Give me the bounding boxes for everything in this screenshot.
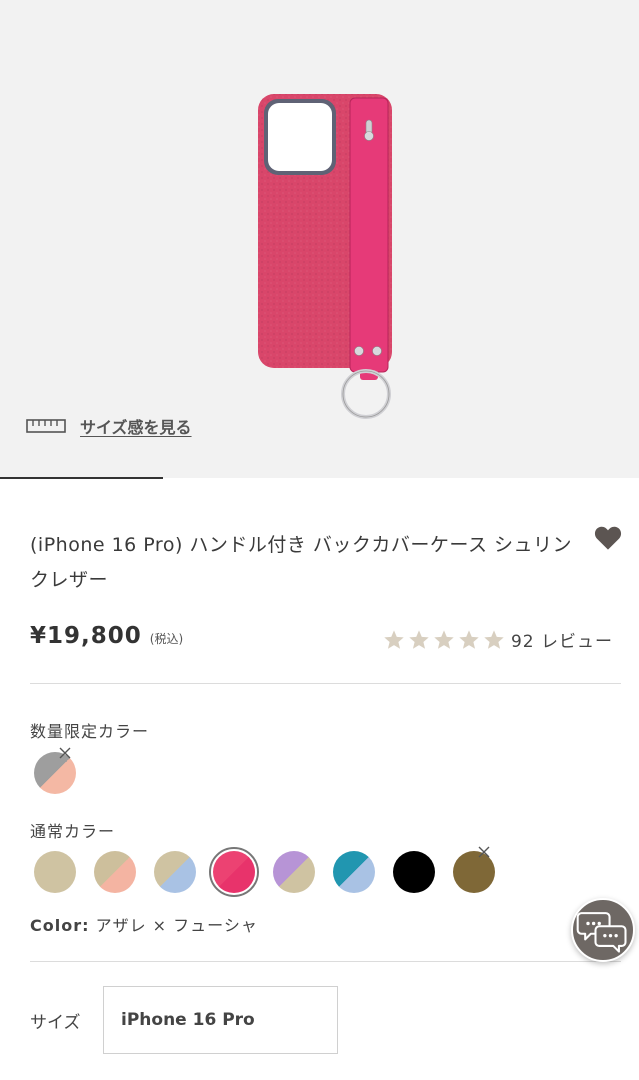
- size-guide-label[interactable]: サイズ感を見る: [80, 414, 192, 438]
- selected-color-name: アザレ × フューシャ: [95, 916, 258, 935]
- size-label: サイズ: [30, 1013, 81, 1033]
- product-image-gallery[interactable]: サイズ感を見る: [0, 0, 639, 478]
- review-count[interactable]: 92 レビュー: [511, 627, 613, 652]
- star-icon: [434, 629, 454, 649]
- divider: [30, 961, 621, 962]
- size-guide-link[interactable]: サイズ感を見る: [26, 414, 192, 438]
- color-swatch-beige[interactable]: [34, 851, 76, 893]
- selected-color-prefix: Color:: [30, 916, 90, 935]
- star-icon: [459, 629, 479, 649]
- gallery-progress-bar: [0, 477, 163, 479]
- color-swatch-azalea-fuchsia[interactable]: [209, 847, 260, 897]
- x-icon: [59, 747, 71, 759]
- product-title: (iPhone 16 Pro) ハンドル付き バックカバーケース シュリンクレザ…: [30, 534, 573, 591]
- size-option-selected[interactable]: iPhone 16 Pro: [103, 986, 338, 1054]
- star-icon: [384, 629, 404, 649]
- color-swatch-beige-pink[interactable]: [93, 851, 136, 893]
- color-swatch-beige-blue[interactable]: [153, 851, 196, 893]
- ruler-icon: [26, 419, 66, 433]
- product-image: [258, 94, 392, 419]
- regular-color-label: 通常カラー: [30, 822, 116, 841]
- star-icon: [484, 629, 504, 649]
- price: ¥19,800: [30, 623, 142, 649]
- star-icon: [409, 629, 429, 649]
- chat-button[interactable]: [571, 898, 635, 962]
- swatch-fill: [213, 851, 256, 893]
- tax-note: (税込): [149, 632, 184, 646]
- color-swatch-teal-blue[interactable]: [333, 851, 375, 893]
- chat-bubbles-icon: [576, 912, 627, 953]
- color-swatch-black[interactable]: [392, 851, 435, 893]
- heart-icon[interactable]: [594, 525, 622, 551]
- color-swatch-lavender-beige[interactable]: [273, 851, 316, 893]
- x-icon: [478, 846, 490, 858]
- star-rating: [383, 629, 505, 651]
- rating-summary[interactable]: 92 レビュー: [383, 627, 613, 652]
- limited-color-label: 数量限定カラー: [30, 722, 150, 741]
- divider: [30, 683, 621, 684]
- selected-color: Color: アザレ × フューシャ: [30, 912, 258, 936]
- price-row: ¥19,800 (税込): [30, 623, 183, 649]
